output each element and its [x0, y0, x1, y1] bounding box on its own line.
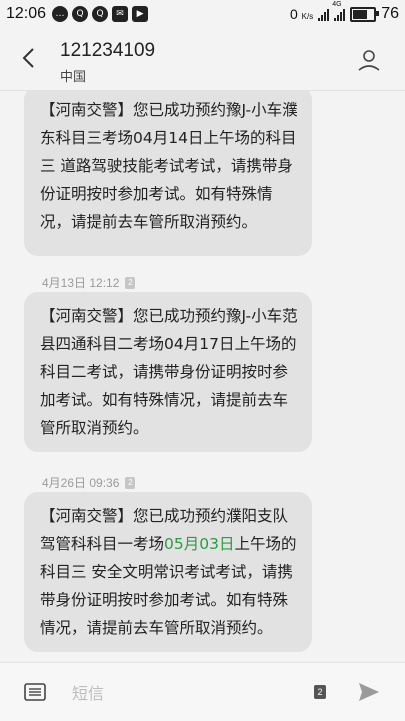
message-text: 【河南交警】您已成功预约豫J-小车范县四通科目二考场04月17日上午场的科目二考… — [40, 307, 298, 437]
message-thread[interactable]: 【河南交警】您已成功预约豫J-小车濮东科目三考场04月14日上午场的科目三 道路… — [0, 90, 405, 662]
message-text: 【河南交警】您已成功预约豫J-小车濮东科目三考场04月14日上午场的科目三 道路… — [40, 101, 298, 231]
chat-notification-icon: … — [52, 6, 69, 22]
back-button[interactable] — [16, 45, 42, 71]
message-bubble[interactable]: 【河南交警】您已成功预约豫J-小车范县四通科目二考场04月17日上午场的科目二考… — [24, 292, 312, 452]
contact-number: 121234109 — [60, 40, 156, 61]
chevron-left-icon — [22, 48, 34, 68]
qq-notification-icon-2: Q — [92, 6, 109, 22]
app-notification-icon: ✉ — [112, 6, 129, 22]
message-timestamp: 4月13日 12:12 2 — [42, 274, 136, 291]
status-time: 12:06 — [6, 5, 47, 22]
date-link[interactable]: 05月03日 — [164, 535, 234, 553]
message-input[interactable] — [70, 677, 294, 709]
send-icon[interactable] — [357, 680, 381, 704]
contact-person-icon[interactable] — [357, 48, 381, 72]
status-bar: 12:06 … Q Q ✉ ▶ 0 K/s 4G 76 — [0, 0, 405, 28]
notification-icons: … Q Q ✉ ▶ — [52, 6, 149, 22]
battery-percent: 76 — [381, 5, 399, 22]
network-speed: 0 K/s — [289, 6, 314, 22]
message-bubble[interactable]: 【河南交警】您已成功预约濮阳支队驾管科科目一考场05月03日上午场的科目三 安全… — [24, 492, 312, 652]
message-timestamp: 4月26日 09:36 2 — [42, 474, 136, 491]
message-text: 【河南交警】您已成功预约濮阳支队驾管科科目一考场05月03日上午场的科目三 安全… — [40, 507, 297, 637]
signal-strength-4g-icon: 4G — [332, 1, 346, 21]
sim-card-icon: 2 — [125, 276, 136, 289]
qq-notification-icon: Q — [72, 6, 89, 22]
conversation-header: 121234109 中国 — [0, 28, 405, 91]
menu-list-icon[interactable] — [24, 683, 46, 701]
compose-bar: 2 — [0, 662, 405, 721]
message-bubble[interactable]: 【河南交警】您已成功预约豫J-小车濮东科目三考场04月14日上午场的科目三 道路… — [24, 90, 312, 256]
sim-card-icon: 2 — [125, 476, 136, 489]
contact-region: 中国 — [60, 70, 87, 85]
battery-icon — [350, 6, 380, 22]
signal-strength-icon — [318, 8, 330, 21]
video-notification-icon: ▶ — [132, 6, 149, 22]
sim-select-button[interactable]: 2 — [314, 685, 326, 699]
